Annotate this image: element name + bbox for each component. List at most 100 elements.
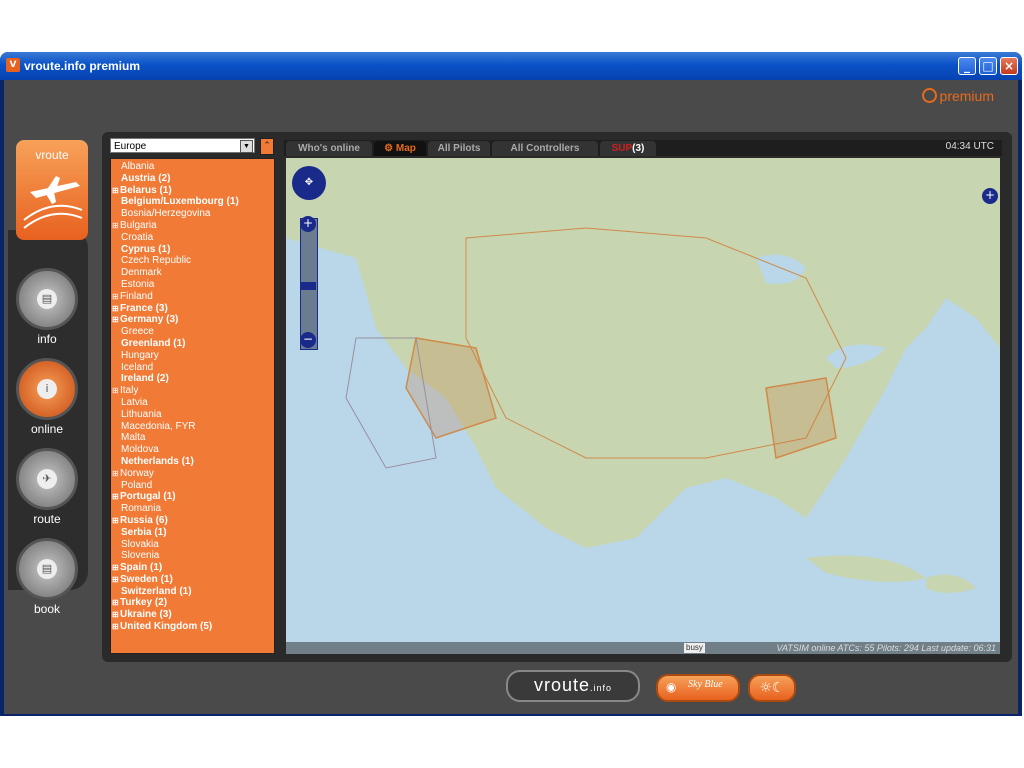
country-item[interactable]: Belgium/Luxembourg (1) bbox=[111, 196, 274, 208]
country-item[interactable]: Slovakia bbox=[111, 539, 274, 551]
nav-route-button[interactable]: ✈ route bbox=[14, 448, 80, 526]
country-label: Switzerland (1) bbox=[121, 585, 192, 597]
expand-icon[interactable]: ⊞ bbox=[112, 291, 120, 303]
country-item[interactable]: Switzerland (1) bbox=[111, 586, 274, 598]
gear-icon bbox=[921, 88, 937, 103]
pan-control[interactable]: ✥ bbox=[292, 166, 326, 200]
country-item[interactable]: Denmark bbox=[111, 267, 274, 279]
map-canvas[interactable] bbox=[286, 158, 1000, 654]
close-button[interactable]: × bbox=[1000, 57, 1018, 75]
expand-icon[interactable]: ⊞ bbox=[112, 303, 120, 315]
country-label: Bosnia/Herzegovina bbox=[121, 208, 211, 220]
status-text: VATSIM online ATCs: 55 Pilots: 294 Last … bbox=[776, 643, 996, 653]
country-label: Belgium/Luxembourg (1) bbox=[121, 196, 239, 208]
country-label: United Kingdom (5) bbox=[120, 621, 213, 633]
chevron-down-icon[interactable]: ▼ bbox=[240, 140, 253, 153]
country-item[interactable]: Bosnia/Herzegovina bbox=[111, 208, 274, 220]
expand-icon[interactable]: ⊞ bbox=[112, 621, 120, 633]
expand-icon[interactable]: ⊞ bbox=[112, 597, 120, 609]
collapse-all-button[interactable]: ⌃ bbox=[260, 138, 274, 155]
title-bar[interactable]: V vroute.info premium _ □ × bbox=[0, 52, 1022, 80]
country-item[interactable]: Cyprus (1) bbox=[111, 244, 274, 256]
country-item[interactable]: ⊞Norway bbox=[111, 468, 274, 480]
tab-map[interactable]: ⚙ Map bbox=[374, 141, 426, 156]
expand-icon[interactable]: ⊞ bbox=[112, 314, 120, 326]
country-item[interactable]: Ireland (2) bbox=[111, 373, 274, 385]
nav-info-label: info bbox=[37, 332, 57, 346]
country-label: Norway bbox=[120, 467, 154, 479]
country-item[interactable]: ⊞Russia (6) bbox=[111, 515, 274, 527]
country-item[interactable]: Malta bbox=[111, 432, 274, 444]
tab-whos-online[interactable]: Who's online bbox=[286, 141, 372, 156]
country-label: Iceland bbox=[121, 361, 154, 373]
country-item[interactable]: ⊞Germany (3) bbox=[111, 314, 274, 326]
country-item[interactable]: Moldova bbox=[111, 444, 274, 456]
map-status-bar: busy VATSIM online ATCs: 55 Pilots: 294 … bbox=[286, 642, 1000, 654]
country-item[interactable]: ⊞United Kingdom (5) bbox=[111, 621, 274, 633]
zoom-handle[interactable] bbox=[300, 282, 316, 290]
country-list[interactable]: Albania Austria (2) ⊞Belarus (1) Belgium/Lu… bbox=[110, 158, 275, 654]
country-item[interactable]: Greenland (1) bbox=[111, 338, 274, 350]
country-item[interactable]: Albania bbox=[111, 161, 274, 173]
country-item[interactable]: Estonia bbox=[111, 279, 274, 291]
country-item[interactable]: Czech Republic bbox=[111, 255, 274, 267]
country-label: Austria (2) bbox=[121, 172, 171, 184]
tab-all-controllers[interactable]: All Controllers bbox=[492, 141, 598, 156]
expand-icon[interactable]: ⊞ bbox=[112, 220, 120, 232]
nav-info-button[interactable]: ▤ info bbox=[14, 268, 80, 346]
country-item[interactable]: ⊞Sweden (1) bbox=[111, 574, 274, 586]
expand-icon[interactable]: ⊞ bbox=[112, 185, 120, 197]
country-item[interactable]: Croatia bbox=[111, 232, 274, 244]
country-item[interactable]: ⊞Bulgaria bbox=[111, 220, 274, 232]
nav-book-button[interactable]: ▤ book bbox=[14, 538, 80, 616]
country-item[interactable]: ⊞Spain (1) bbox=[111, 562, 274, 574]
country-item[interactable]: Iceland bbox=[111, 362, 274, 374]
country-item[interactable]: Lithuania bbox=[111, 409, 274, 421]
country-label: Greece bbox=[121, 326, 154, 338]
skin-button[interactable]: ◉ Sky Blue bbox=[656, 674, 740, 702]
minimize-button[interactable]: _ bbox=[958, 57, 976, 75]
expand-icon[interactable]: ⊞ bbox=[112, 562, 120, 574]
country-item[interactable]: ⊞Portugal (1) bbox=[111, 491, 274, 503]
expand-icon[interactable]: ⊞ bbox=[112, 491, 120, 503]
expand-icon[interactable]: ⊞ bbox=[112, 385, 120, 397]
expand-map-button[interactable]: + bbox=[982, 188, 998, 204]
zoom-in-button[interactable]: + bbox=[300, 216, 316, 232]
country-item[interactable]: ⊞France (3) bbox=[111, 303, 274, 315]
country-label: Romania bbox=[121, 503, 162, 515]
expand-icon[interactable]: ⊞ bbox=[112, 468, 120, 480]
country-label: Albania bbox=[121, 161, 155, 172]
map-view[interactable]: ✥ + − + busy VATSIM online ATCs: 55 Pilo… bbox=[286, 158, 1000, 654]
country-item[interactable]: Hungary bbox=[111, 350, 274, 362]
tab-sup[interactable]: SUP(3) bbox=[600, 141, 656, 156]
country-item[interactable]: Greece bbox=[111, 326, 274, 338]
expand-icon[interactable]: ⊞ bbox=[112, 515, 120, 527]
window-title: vroute.info premium bbox=[24, 59, 141, 73]
region-select[interactable]: Europe ▼ bbox=[110, 138, 255, 153]
country-item[interactable]: Austria (2) bbox=[111, 173, 274, 185]
nav-online-button[interactable]: i online bbox=[14, 358, 80, 436]
zoom-out-button[interactable]: − bbox=[300, 332, 316, 348]
route-circle: ✈ bbox=[16, 448, 78, 510]
country-label: Greenland (1) bbox=[121, 337, 186, 349]
day-night-toggle-icon[interactable]: ☼☾ bbox=[748, 674, 796, 702]
country-item[interactable]: ⊞Ukraine (3) bbox=[111, 609, 274, 621]
country-item[interactable]: Macedonia, FYR bbox=[111, 421, 274, 433]
country-label: Macedonia, FYR bbox=[121, 420, 196, 432]
maximize-button[interactable]: □ bbox=[979, 57, 997, 75]
country-item[interactable]: Poland bbox=[111, 480, 274, 492]
expand-icon[interactable]: ⊞ bbox=[112, 574, 120, 586]
vroute-logo-button[interactable]: vroute bbox=[16, 140, 88, 240]
country-item[interactable]: ⊞Italy bbox=[111, 385, 274, 397]
country-item[interactable]: ⊞Turkey (2) bbox=[111, 597, 274, 609]
country-item[interactable]: Latvia bbox=[111, 397, 274, 409]
country-item[interactable]: Slovenia bbox=[111, 550, 274, 562]
country-item[interactable]: Romania bbox=[111, 503, 274, 515]
country-item[interactable]: ⊞Finland bbox=[111, 291, 274, 303]
country-item[interactable]: ⊞Belarus (1) bbox=[111, 185, 274, 197]
expand-icon[interactable]: ⊞ bbox=[112, 609, 120, 621]
tab-all-pilots[interactable]: All Pilots bbox=[428, 141, 490, 156]
country-label: Bulgaria bbox=[120, 219, 157, 231]
country-item[interactable]: Netherlands (1) bbox=[111, 456, 274, 468]
country-item[interactable]: Serbia (1) bbox=[111, 527, 274, 539]
